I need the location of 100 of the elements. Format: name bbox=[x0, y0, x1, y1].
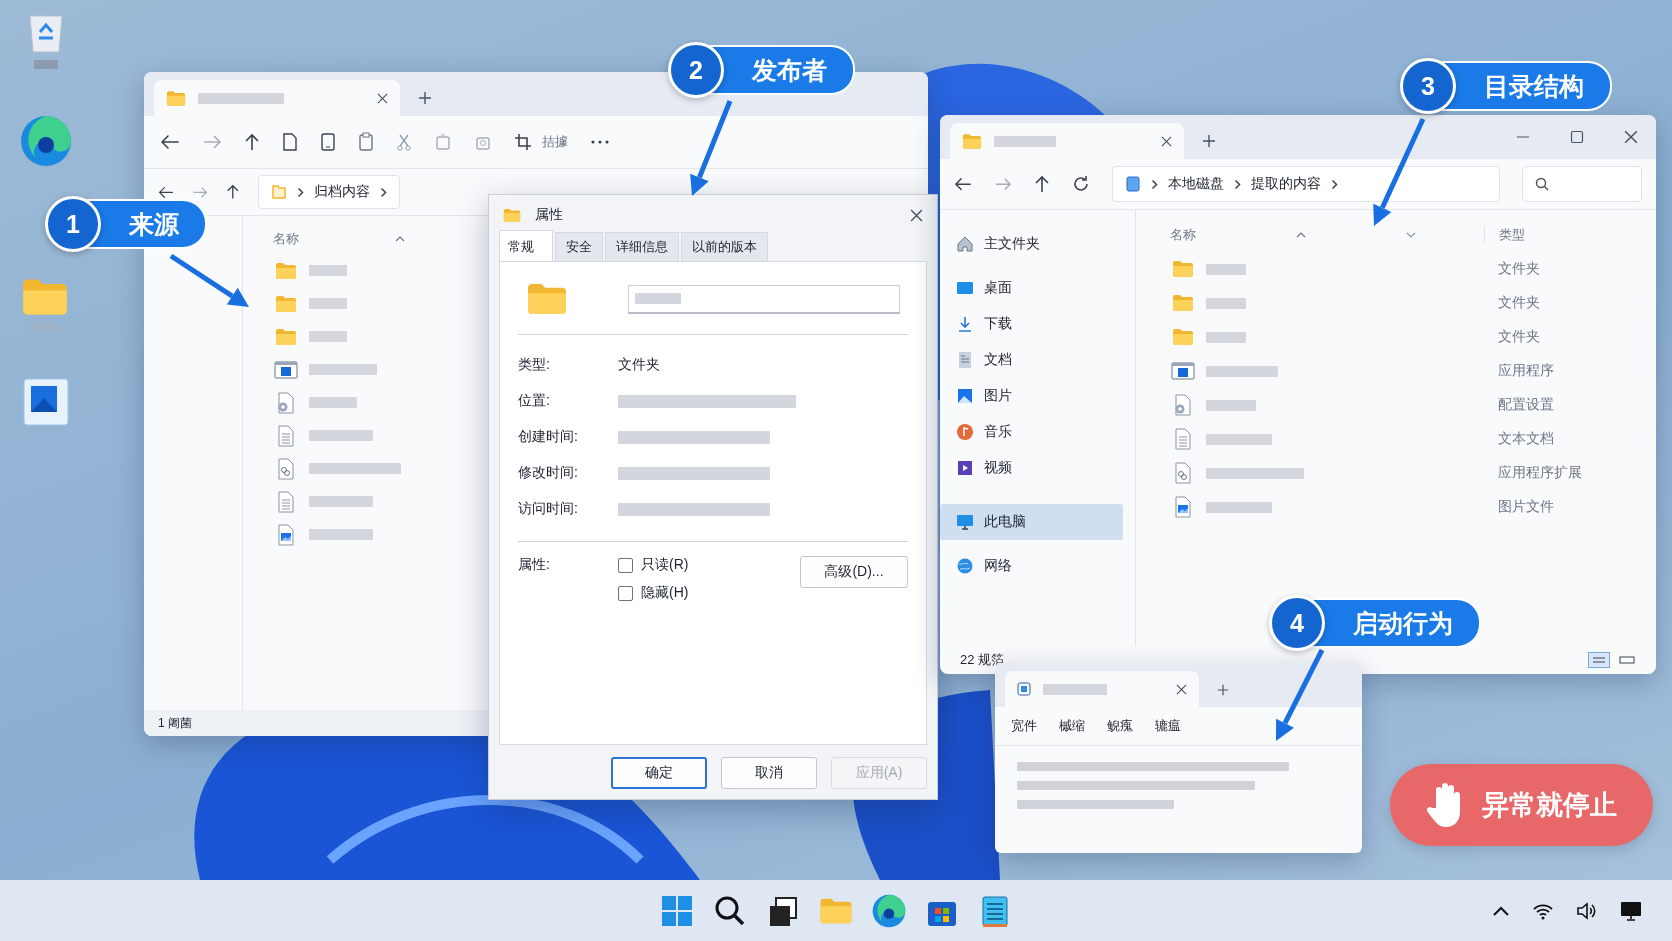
folder-icon bbox=[275, 327, 297, 346]
chevron-right-icon bbox=[1331, 178, 1338, 190]
clipboard-icon[interactable] bbox=[358, 132, 374, 152]
menu-item[interactable]: 鲵瘣 bbox=[1107, 717, 1133, 735]
stop-label: 异常就停止 bbox=[1482, 789, 1617, 822]
link-document-icon bbox=[276, 457, 296, 480]
menu-item[interactable]: 宽件 bbox=[1011, 717, 1037, 735]
address-bar[interactable]: 本地磁盘 提取的内容 bbox=[1112, 166, 1500, 202]
dialog-button[interactable]: 确定 bbox=[611, 757, 707, 789]
sidebar-item[interactable]: 主文件夹 bbox=[940, 226, 1123, 262]
plus-icon[interactable] bbox=[1217, 684, 1229, 696]
sidebar-item[interactable]: 音乐 bbox=[940, 414, 1123, 450]
column-header[interactable]: 名称 bbox=[273, 230, 299, 248]
chevron-right-icon bbox=[296, 186, 304, 198]
chevron-up-icon[interactable] bbox=[1492, 904, 1510, 917]
start-icon[interactable] bbox=[660, 893, 694, 928]
recycle-bin-icon[interactable] bbox=[26, 12, 66, 54]
status-text: 1 阇菌 bbox=[158, 714, 192, 732]
type-cell-text: 文件夹 bbox=[1497, 328, 1540, 346]
plus-icon[interactable] bbox=[418, 91, 432, 105]
close-icon[interactable] bbox=[910, 208, 923, 222]
home-icon bbox=[956, 235, 974, 253]
column-header[interactable]: 类型 bbox=[1484, 226, 1525, 244]
redacted-filename-bar bbox=[309, 496, 373, 507]
app-window-icon bbox=[274, 360, 298, 379]
redacted-filename-bar bbox=[309, 430, 373, 441]
up-icon[interactable] bbox=[244, 133, 260, 151]
menu-item[interactable]: 槭缩 bbox=[1059, 717, 1085, 735]
search-field[interactable] bbox=[1522, 166, 1642, 202]
caret-up-icon bbox=[1296, 232, 1306, 238]
close-icon[interactable] bbox=[1624, 130, 1638, 144]
picture-frame-icon[interactable] bbox=[23, 378, 69, 426]
back-icon[interactable] bbox=[160, 134, 180, 150]
checkbox-label[interactable]: 只读(R) bbox=[641, 556, 689, 574]
folder-icon bbox=[275, 261, 297, 280]
sidebar-item[interactable]: 网络 bbox=[940, 548, 1123, 584]
type-cell-text: 应用程序 bbox=[1497, 362, 1554, 380]
sidebar-item[interactable]: 此电脑 bbox=[940, 504, 1123, 540]
redacted-title-bar bbox=[1043, 683, 1107, 695]
sidebar-item[interactable]: 视频 bbox=[940, 450, 1123, 486]
redacted-filename-bar bbox=[309, 397, 357, 408]
sidebar-item[interactable]: 桌面 bbox=[940, 270, 1123, 306]
checkbox[interactable] bbox=[618, 585, 633, 601]
field-value: 文件夹 bbox=[618, 356, 660, 374]
plus-icon[interactable] bbox=[1202, 134, 1216, 148]
tab[interactable]: 详细信息 bbox=[605, 232, 679, 261]
tab[interactable]: 以前的版本 bbox=[681, 232, 768, 261]
gear-document-icon bbox=[1173, 394, 1193, 416]
maximize-icon[interactable] bbox=[1570, 130, 1584, 144]
chevron-right-icon bbox=[379, 186, 387, 198]
checkbox-label[interactable]: 隐藏(H) bbox=[641, 584, 689, 602]
sidebar-item[interactable]: 图片 bbox=[940, 378, 1123, 414]
tab[interactable]: 常规 bbox=[499, 230, 553, 261]
checkbox[interactable] bbox=[618, 557, 633, 573]
close-icon[interactable] bbox=[1161, 135, 1172, 147]
text-document-icon bbox=[276, 490, 296, 513]
folder-icon bbox=[503, 207, 521, 223]
tab[interactable]: 安全 bbox=[555, 232, 603, 261]
document-icon[interactable] bbox=[282, 132, 298, 152]
close-icon[interactable] bbox=[377, 92, 388, 104]
refresh-icon[interactable] bbox=[1072, 175, 1090, 193]
gear-document-icon bbox=[276, 391, 296, 414]
step-number: 3 bbox=[1400, 58, 1456, 114]
field-label: 属性: bbox=[518, 556, 551, 574]
redacted-filename-bar bbox=[309, 298, 347, 309]
browser-logo-icon[interactable] bbox=[20, 115, 72, 167]
up-icon[interactable] bbox=[1034, 175, 1050, 193]
computer-icon bbox=[956, 513, 974, 531]
speaker-icon[interactable] bbox=[1576, 901, 1598, 920]
field-label: 位置: bbox=[518, 392, 551, 410]
toolbar-label: 拮據 bbox=[542, 133, 568, 151]
type-cell-text: 图片文件 bbox=[1497, 498, 1554, 516]
up-icon[interactable] bbox=[226, 184, 240, 200]
search-icon bbox=[1535, 177, 1549, 191]
name-field[interactable] bbox=[628, 284, 900, 314]
folder-icon bbox=[1172, 260, 1194, 278]
crop-icon[interactable] bbox=[514, 133, 532, 151]
back-icon[interactable] bbox=[954, 176, 972, 192]
type-cell-text: 文件夹 bbox=[1497, 294, 1540, 312]
download-icon bbox=[956, 315, 974, 333]
menu-item[interactable]: 辘瘟 bbox=[1155, 717, 1181, 735]
cut-icon[interactable] bbox=[396, 133, 412, 151]
back-icon[interactable] bbox=[158, 185, 174, 199]
chevron-right-icon bbox=[1151, 178, 1158, 190]
advanced-button[interactable]: 高级(D)... bbox=[800, 556, 908, 588]
column-header[interactable]: 名称 bbox=[1170, 226, 1196, 244]
sidebar-item[interactable]: 文档 bbox=[940, 342, 1123, 378]
chevron-right-icon bbox=[1234, 178, 1241, 190]
browser-logo-icon[interactable] bbox=[872, 893, 906, 928]
field-label: 类型: bbox=[518, 356, 551, 374]
tablet-icon[interactable] bbox=[320, 132, 336, 152]
close-icon[interactable] bbox=[1176, 683, 1187, 695]
folder-icon bbox=[1172, 294, 1194, 312]
dialog-button[interactable]: 取消 bbox=[721, 757, 817, 789]
sidebar-item[interactable]: 下载 bbox=[940, 306, 1123, 342]
field-label: 创建时间: bbox=[518, 428, 579, 446]
monitor-icon[interactable] bbox=[1620, 900, 1642, 921]
video-icon bbox=[956, 459, 974, 477]
address-bar[interactable]: 归档内容 bbox=[257, 175, 400, 209]
more-icon[interactable] bbox=[590, 139, 610, 145]
